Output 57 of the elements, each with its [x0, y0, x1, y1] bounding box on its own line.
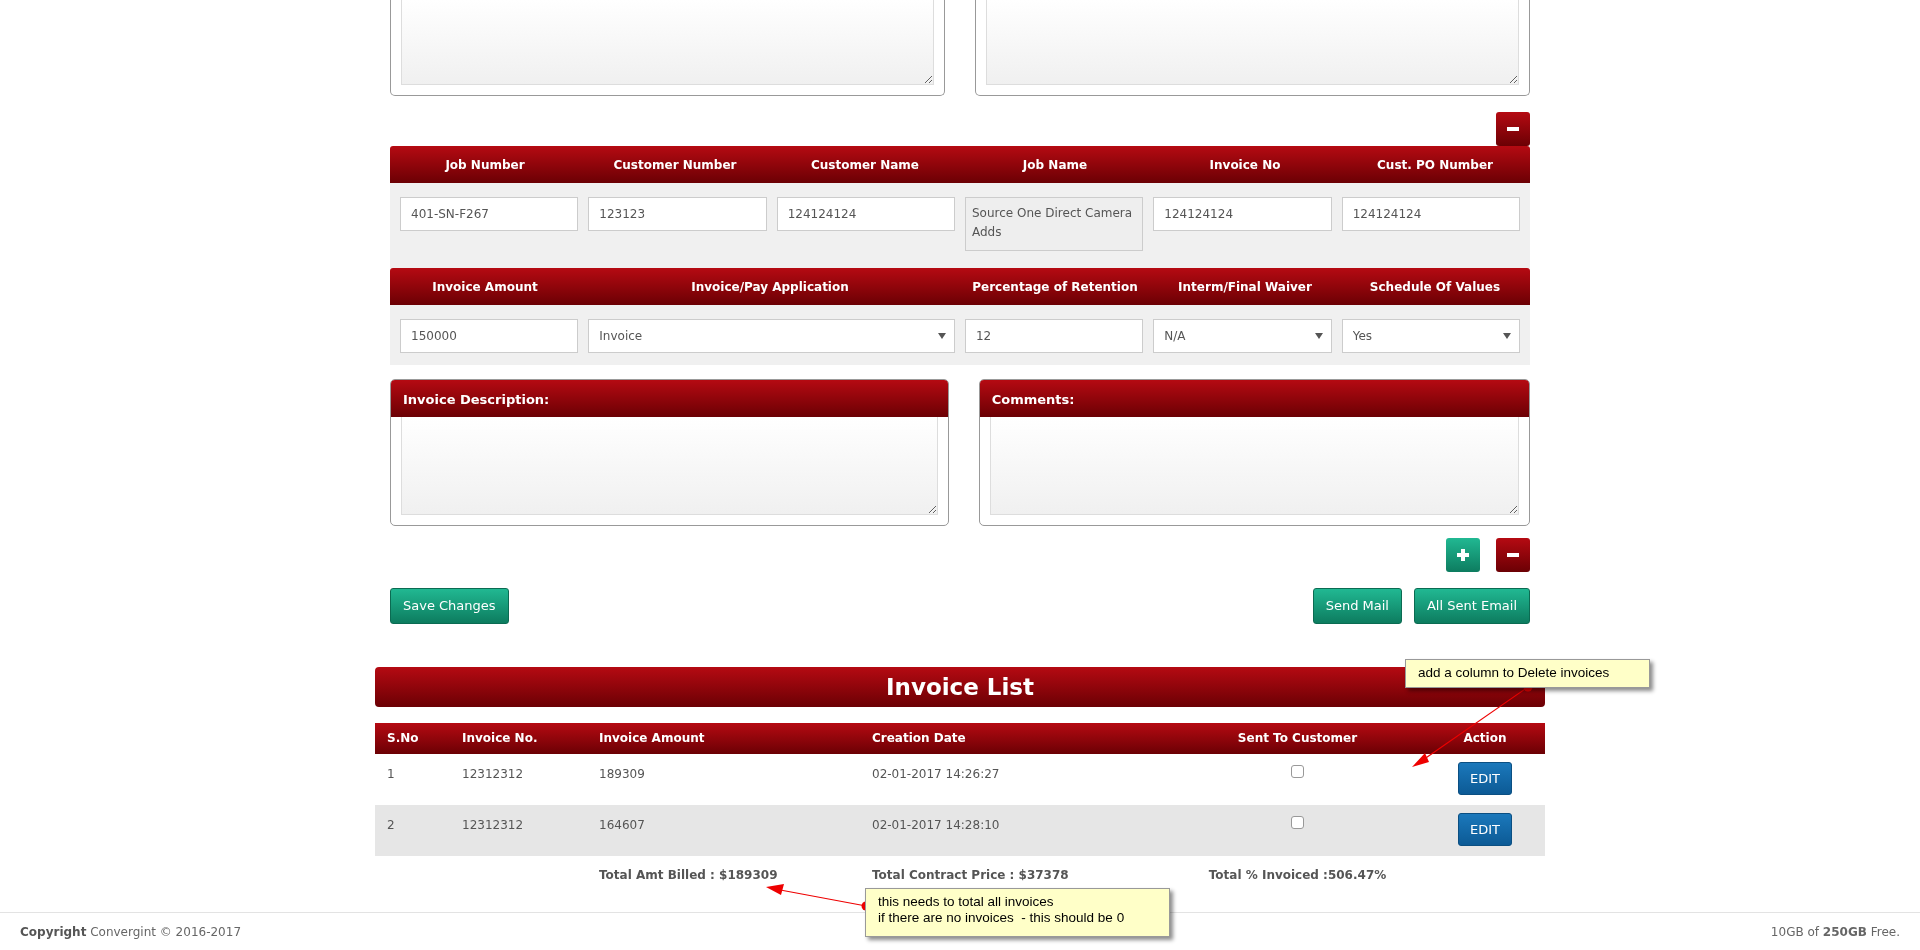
total-text: Total Amt Billed : $189309 [599, 867, 778, 882]
plus-icon [1457, 549, 1469, 561]
edit-button[interactable]: EDIT [1458, 761, 1512, 795]
table-cell: 164607 [587, 804, 860, 856]
mail-button[interactable]: All Sent Email [1413, 588, 1530, 624]
table-cell: 1 [375, 753, 450, 805]
input-field[interactable]: 123123 [588, 197, 767, 231]
column-header: Invoice No. [450, 722, 587, 754]
column-header: Invoice Amount [587, 722, 860, 754]
dropdown[interactable]: Yes [1341, 319, 1520, 353]
column-header: Invoice/Pay Application [691, 279, 849, 294]
table-cell: 02-01-2017 14:28:10 [860, 804, 1170, 856]
column-header: Customer Number [613, 157, 737, 172]
column-header: Interm/Final Waiver [1178, 279, 1312, 294]
minus-icon [1507, 127, 1519, 131]
table-cell: 02-01-2017 14:26:27 [860, 753, 1170, 805]
input-field[interactable]: 150000 [400, 319, 579, 353]
column-header: Job Name [1022, 157, 1088, 172]
save-changes-button[interactable]: Save Changes [390, 588, 509, 624]
add-button[interactable] [1446, 538, 1480, 572]
dropdown[interactable]: Invoice [588, 319, 955, 353]
column-header: Invoice Amount [432, 279, 538, 294]
input-field[interactable]: 12 [965, 319, 1144, 353]
column-header: Creation Date [860, 722, 1170, 754]
input-field[interactable]: 124124124 [1153, 197, 1332, 231]
table-cell: 2 [375, 804, 450, 856]
minus-icon [1507, 553, 1519, 557]
column-header: S.No [375, 722, 450, 754]
input-field[interactable]: 124124124 [1341, 197, 1520, 231]
input-field[interactable]: 124124124 [776, 197, 955, 231]
table-cell: 189309 [587, 753, 860, 805]
panel-header: Invoice Description: [391, 380, 948, 417]
dropdown[interactable]: N/A [1153, 319, 1332, 353]
mail-button[interactable]: Send Mail [1312, 588, 1402, 624]
copyright-text: Copyright Convergint © 2016-2017 [20, 924, 242, 941]
column-header: Action [1425, 722, 1545, 754]
column-header: Job Number [445, 157, 525, 172]
column-header: Invoice No [1209, 157, 1281, 172]
checkbox[interactable] [1291, 764, 1304, 778]
table-cell: 12312312 [450, 753, 587, 805]
annotation-note: this needs to total all invoices if there are no invoices - this should be 0 [865, 888, 1170, 937]
annotation-note: add a column to Delete invoices [1405, 659, 1650, 688]
table-cell: 12312312 [450, 804, 587, 856]
panel-header: Comments: [979, 380, 1529, 417]
checkbox[interactable] [1291, 815, 1304, 829]
column-header: Customer Name [811, 157, 919, 172]
input-field[interactable]: 401-SN-F267 [400, 197, 579, 231]
edit-button[interactable]: EDIT [1458, 812, 1512, 846]
storage-text: 10GB of 250GB Free. [1770, 924, 1900, 941]
total-text: Total Contract Price : $37378 [872, 867, 1069, 882]
column-header: Cust. PO Number [1377, 157, 1493, 172]
column-header: Schedule Of Values [1369, 279, 1501, 294]
collapse-button[interactable] [1496, 112, 1530, 146]
total-text: Total % Invoiced :506.47% [1208, 867, 1387, 882]
column-header: Sent To Customer [1170, 722, 1425, 754]
remove-button[interactable] [1496, 538, 1530, 572]
column-header: Percentage of Retention [972, 279, 1138, 294]
